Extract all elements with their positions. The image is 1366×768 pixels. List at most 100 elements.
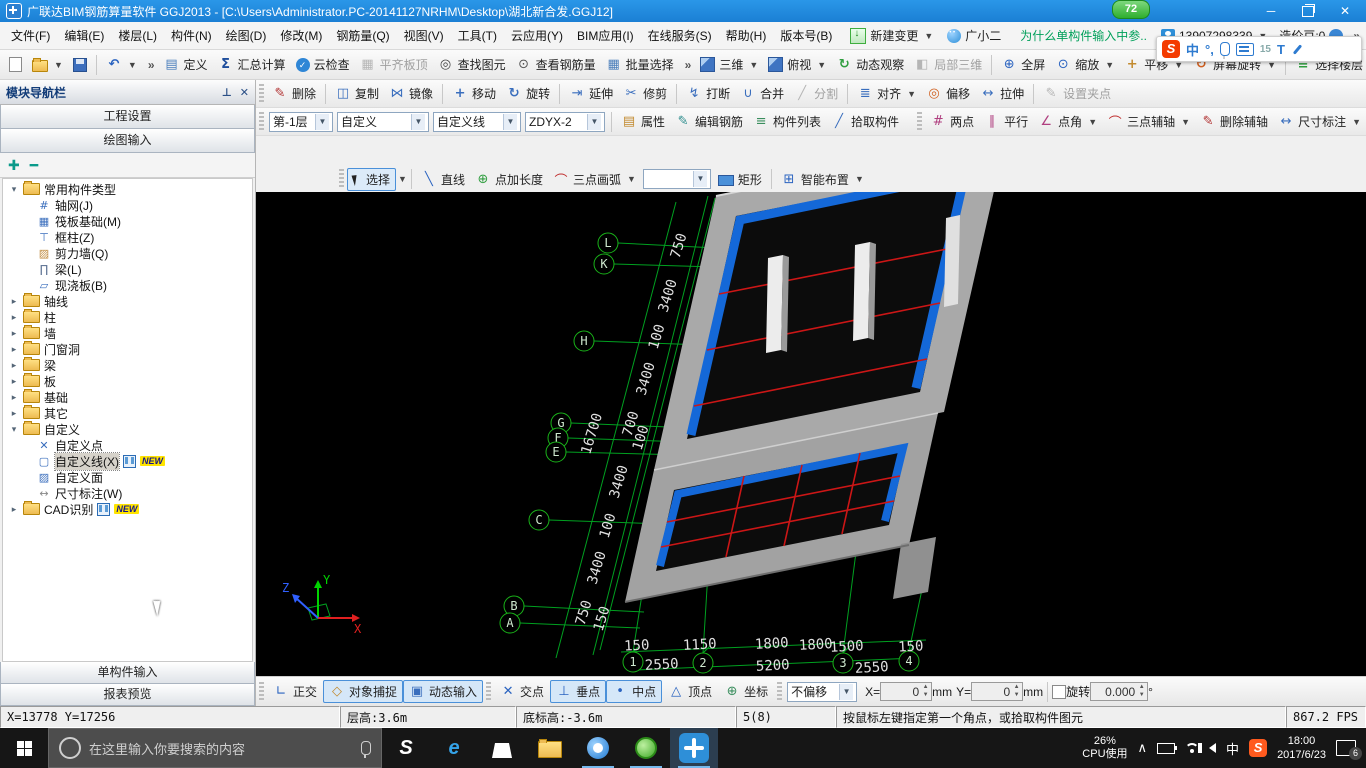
close-panel-icon[interactable]: ✕ [240,86,249,99]
tree-item-7[interactable]: ▱ 现浇板(B) [3,277,252,293]
floor-select[interactable]: 第-1层 ▼ [269,111,333,132]
assistant-button[interactable]: 广小二 [942,25,1006,46]
tree-expand-icon[interactable]: ▸ [9,376,19,387]
rotate-angle-input[interactable]: 0.000 ▲ ▼ [1090,682,1149,701]
tree-item-6[interactable]: ∏ 梁(L) [3,261,252,277]
tree-item-21[interactable]: ▸ CAD识别 NEW [3,501,252,517]
cpu-meter[interactable]: 26% CPU使用 [1082,735,1127,761]
taskbar-clock[interactable]: 18:00 2017/6/23 [1277,734,1326,762]
delete-aux-axis-button[interactable]: ✎ 删除辅轴 [1195,111,1273,132]
tree-item-3[interactable]: ▦ 筏板基础(M) [3,213,252,229]
tree-item-20[interactable]: ↔ 尺寸标注(W) [3,485,252,501]
taskbar-search-box[interactable]: 在这里输入你要搜索的内容 [48,728,382,768]
tree-item-8[interactable]: ▸ 轴线 [3,293,252,309]
skin-tshirt-icon[interactable]: T [1277,42,1285,57]
tree-expand-icon[interactable]: ▸ [9,344,19,355]
cloud-check-button[interactable]: ✓ 云检查 [291,54,355,75]
menu-item-12[interactable]: 在线服务(S) [641,24,719,47]
ime-mode-chinese[interactable]: 中 [1186,40,1199,59]
toolbar-grip[interactable] [777,681,783,702]
open-file-button[interactable]: ▼ [27,55,68,74]
aux-axis-angle-button[interactable]: ∠ 点角 ▼ [1033,111,1102,132]
smart-layout-button[interactable]: ⊞ 智能布置 ▼ [776,169,869,190]
component-type-select[interactable]: 自定义线 ▼ [433,111,521,132]
tree-item-11[interactable]: ▸ 门窗洞 [3,341,252,357]
menu-item-6[interactable]: 修改(M) [273,24,329,47]
sogou-logo-icon[interactable]: S [1162,40,1180,58]
toolbar-overflow-chevron[interactable]: » [685,58,692,72]
toolbar-grip[interactable] [259,681,264,702]
dynamic-input-toggle[interactable]: ▣ 动态输入 [403,680,484,703]
summary-calc-button[interactable]: Σ 汇总计算 [213,54,291,75]
y-input[interactable]: 0 ▲ ▼ [971,682,1024,701]
toolbar-grip[interactable] [259,83,264,104]
drawing-input-button[interactable]: 绘图输入 [0,129,255,153]
wrench-icon[interactable] [1291,43,1304,56]
align-button[interactable]: ≣ 对齐 ▼ [852,83,921,104]
tree-item-19[interactable]: ▨ 自定义面 [3,469,252,485]
tree-item-15[interactable]: ▸ 其它 [3,405,252,421]
component-group-select[interactable]: 自定义 ▼ [337,111,429,132]
view-3d-button[interactable]: 三维 ▼ [695,54,763,75]
taskbar-browser-blue-icon[interactable] [574,728,622,768]
ime-indicator[interactable]: 中 [1226,739,1239,758]
tree-expand-icon[interactable]: ▸ [9,328,19,339]
rotate-button[interactable]: ↻ 旋转 [501,83,555,104]
perpendicular-snap-toggle[interactable]: ⊥ 垂点 [550,680,607,703]
menu-item-8[interactable]: 视图(V) [397,24,451,47]
minimize-button[interactable]: ─ [1264,4,1278,18]
tree-item-12[interactable]: ▸ 梁 [3,357,252,373]
menu-item-4[interactable]: 构件(N) [164,24,219,47]
new-change-button[interactable]: 新建变更▼ [845,25,938,46]
x-input[interactable]: 0 ▲ ▼ [880,682,933,701]
menu-item-9[interactable]: 工具(T) [451,24,504,47]
batch-select-button[interactable]: ▦ 批量选择 [601,54,679,75]
delete-button[interactable]: ✎ 删除 [267,83,321,104]
drawing-viewport[interactable]: LKHGFECBA1 2 3 4750340010034007001001670034… [256,192,1366,676]
arc-3pt-tool-button[interactable]: ⌒ 三点画弧 ▼ [548,168,641,191]
tree-expand-icon[interactable]: ▸ [9,392,19,403]
view-rebar-button[interactable]: ⊙ 查看钢筋量 [511,54,601,75]
tree-expand-icon[interactable]: ▸ [9,360,19,371]
tree-item-5[interactable]: ▨ 剪力墙(Q) [3,245,252,261]
tree-item-13[interactable]: ▸ 板 [3,373,252,389]
menu-item-10[interactable]: 云应用(Y) [504,24,570,47]
tree-item-1[interactable]: ▾ 常用构件类型 [3,181,252,197]
view-top-button[interactable]: 俯视 ▼ [763,54,831,75]
taskbar-store-icon[interactable] [478,728,526,768]
properties-button[interactable]: ▤ 属性 [616,111,670,132]
tree-item-10[interactable]: ▸ 墙 [3,325,252,341]
menu-item-7[interactable]: 钢筋量(Q) [329,24,396,47]
orbit-button[interactable]: ↻ 动态观察 [831,54,909,75]
start-button[interactable] [0,728,48,768]
speaker-icon[interactable] [1198,743,1217,753]
undo-button[interactable]: ↶ ▼ [101,55,142,74]
chevron-down-icon[interactable]: ▼ [398,174,407,184]
offset-button[interactable]: ◎ 偏移 [921,83,975,104]
aux-axis-2pt-button[interactable]: # 两点 [925,111,979,132]
tree-collapse-icon[interactable]: ▾ [9,424,19,435]
new-file-button[interactable] [4,55,27,74]
copy-button[interactable]: ◫ 复制 [330,83,384,104]
tree-expand-icon[interactable]: ▸ [9,408,19,419]
menu-item-1[interactable]: 文件(F) [4,24,57,47]
aux-axis-parallel-button[interactable]: ∥ 平行 [979,111,1033,132]
green-notification-badge[interactable]: 72 [1112,0,1150,19]
tree-item-4[interactable]: ⊤ 框柱(Z) [3,229,252,245]
ime-punctuation[interactable]: °, [1205,42,1214,57]
taskbar-edge-icon[interactable]: e [430,728,478,768]
fullscreen-button[interactable]: ⊕ 全屏 [996,54,1050,75]
tree-item-14[interactable]: ▸ 基础 [3,389,252,405]
toolbar-grip[interactable] [259,111,264,132]
rectangle-tool-button[interactable]: 矩形 [713,169,767,190]
point-length-tool-button[interactable]: ⊕ 点加长度 [470,169,548,190]
vertex-snap-toggle[interactable]: △ 顶点 [662,680,718,703]
pick-component-button[interactable]: ╱ 拾取构件 [826,111,904,132]
move-button[interactable]: + 移动 [447,83,501,104]
project-settings-button[interactable]: 工程设置 [0,105,255,129]
taskbar-sogou-icon[interactable]: S [382,728,430,768]
taskbar-explorer-icon[interactable] [526,728,574,768]
trim-button[interactable]: ✂ 修剪 [618,83,672,104]
arc-option-select[interactable]: ▼ [642,169,711,189]
tree-item-9[interactable]: ▸ 柱 [3,309,252,325]
